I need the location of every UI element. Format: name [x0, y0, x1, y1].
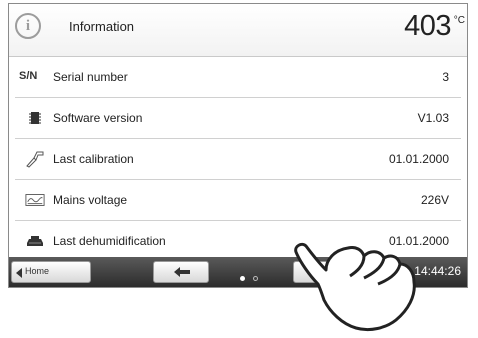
calibration-probe-icon — [25, 151, 45, 168]
page-dot-active — [240, 276, 245, 281]
list-item-mains-voltage: Mains voltage 226V — [15, 180, 461, 221]
back-button[interactable] — [153, 261, 209, 283]
header-bar: i Information 403 °C — [9, 4, 467, 57]
list-item-last-calibration: Last calibration 01.01.2000 — [15, 139, 461, 180]
chip-icon — [25, 110, 45, 126]
row-value: V1.03 — [417, 111, 449, 125]
row-label: Software version — [53, 111, 143, 125]
row-label: Serial number — [53, 70, 128, 84]
home-button-label: Home — [25, 266, 50, 276]
row-label: Last calibration — [53, 152, 134, 166]
back-arrow-icon — [174, 267, 190, 277]
temperature-unit: °C — [453, 15, 465, 26]
dehumidification-icon — [25, 233, 45, 249]
pointing-hand-icon — [294, 242, 416, 332]
row-label: Last dehumidification — [53, 234, 166, 248]
info-icon: i — [15, 13, 41, 39]
page-title: Information — [69, 19, 135, 34]
temperature-readout: 403 — [404, 10, 451, 42]
row-value: 3 — [442, 70, 449, 84]
page-indicator — [240, 268, 262, 286]
home-button[interactable]: Home — [11, 261, 91, 283]
list-item-software-version: Software version V1.03 — [15, 98, 461, 139]
row-value: 226V — [420, 193, 449, 207]
row-value: 01.01.2000 — [388, 152, 449, 166]
info-list: S/N Serial number 3 Software version V1.… — [9, 57, 467, 262]
list-item-serial-number: S/N Serial number 3 — [15, 57, 461, 98]
row-label: Mains voltage — [53, 193, 128, 207]
page-dot-inactive — [253, 276, 259, 281]
sn-text-icon: S/N — [19, 70, 38, 82]
arrow-left-icon — [16, 268, 22, 278]
voltage-icon — [25, 192, 45, 208]
